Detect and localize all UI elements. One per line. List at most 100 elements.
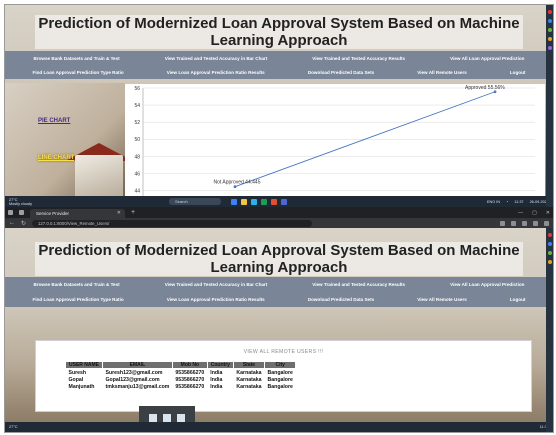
window-controls: — ▢ ✕ (518, 210, 550, 216)
nav-bar: Browse Bank Datasets and Train & Test Vi… (5, 277, 553, 307)
data-label: Not Approved 44.445 (214, 180, 261, 186)
col-email: EMAIL (102, 361, 173, 369)
table-row: Manjunath tmksmanju13@gmail.com 95358662… (66, 383, 296, 390)
page-title: Prediction of Modernized Loan Approval S… (35, 242, 523, 276)
system-tray: ENG IN ◔ 11:37 26-09-2023 (487, 200, 549, 204)
nav-logout[interactable]: Logout (510, 297, 526, 302)
weather-widget[interactable]: 27°C Mostly cloudy (9, 198, 49, 206)
language-indicator[interactable]: ENG IN (487, 200, 500, 204)
nav-prediction-ratio-results[interactable]: View Loan Approval Prediction Ratio Resu… (167, 70, 265, 75)
tab-title: Service Provider (36, 211, 70, 216)
line-chart-link[interactable]: LINE CHART (38, 155, 74, 161)
strip-icon[interactable] (547, 28, 552, 32)
cell-country: India (210, 383, 223, 390)
bottom-right-strip (546, 228, 553, 432)
y-tick-label: 48 (134, 154, 140, 160)
nav-logout[interactable]: Logout (510, 70, 526, 75)
office-icon[interactable] (271, 198, 277, 205)
cell-username: Suresh (68, 369, 87, 376)
nav-prediction-type-ratio[interactable]: Find Loan Approval Prediction Type Ratio (33, 297, 124, 302)
remote-users-table: USER NAME EMAIL Mob No Country State Cit… (64, 361, 297, 390)
strip-icon[interactable] (547, 233, 552, 237)
nav-all-loan-prediction[interactable]: View All Loan Approval Prediction (450, 282, 524, 287)
top-screen: Prediction of Modernized Loan Approval S… (5, 5, 553, 207)
strip-icon[interactable] (547, 46, 552, 50)
chrome-icon[interactable] (261, 198, 267, 205)
strip-icon[interactable] (547, 260, 552, 264)
nav-prediction-ratio-results[interactable]: View Loan Approval Prediction Ratio Resu… (167, 297, 265, 302)
cell-username: Gopal (68, 376, 84, 383)
bottom-screen: Prediction of Modernized Loan Approval S… (5, 228, 553, 432)
browser-tab[interactable]: Service Provider ✕ (30, 209, 125, 218)
y-tick-label: 56 (134, 86, 140, 92)
wifi-icon[interactable]: ◔ (506, 200, 508, 204)
nav-download-datasets[interactable]: Download Predicted Data Sets (308, 70, 374, 75)
cell-email: tmksmanju13@gmail.com (105, 383, 170, 390)
back-icon[interactable]: ← (9, 220, 15, 226)
profile-icon[interactable] (544, 220, 549, 226)
weather-temp[interactable]: 27°C (9, 425, 49, 429)
top-right-strip (546, 5, 553, 207)
clock-time[interactable]: 11:37 (514, 200, 523, 204)
minimize-icon[interactable]: — (518, 210, 523, 216)
new-tab-button[interactable]: + (131, 209, 135, 216)
remote-users-title: VIEW ALL REMOTE USERS !!! (243, 349, 324, 355)
y-tick-label: 46 (134, 171, 140, 177)
cell-city: Bangalore (267, 383, 293, 390)
url-input[interactable]: 127.0.0.1:8000/View_Remote_Users/ (32, 219, 313, 227)
strip-icon[interactable] (547, 242, 552, 246)
nav-browse-train-test[interactable]: Browse Bank Datasets and Train & Test (34, 282, 120, 287)
zoom-icon[interactable] (500, 220, 505, 226)
nav-bar: Browse Bank Datasets and Train & Test Vi… (5, 51, 553, 79)
maximize-icon[interactable]: ▢ (532, 210, 537, 216)
cell-city: Bangalore (267, 376, 293, 383)
nav-row-1: Browse Bank Datasets and Train & Test Vi… (5, 277, 553, 292)
cell-mobile: 9535866270 (175, 383, 205, 390)
screenshot-frame: Prediction of Modernized Loan Approval S… (4, 4, 554, 433)
extensions (500, 220, 549, 226)
cell-username: Manjunath (68, 383, 95, 390)
nav-remote-users[interactable]: View All Remote Users (417, 70, 467, 75)
browser-profile-icon[interactable] (19, 210, 24, 215)
nav-download-datasets[interactable]: Download Predicted Data Sets (308, 297, 374, 302)
nav-accuracy-results[interactable]: View Trained and Tested Accuracy Results (312, 282, 405, 287)
nav-prediction-type-ratio[interactable]: Find Loan Approval Prediction Type Ratio (33, 70, 124, 75)
nav-remote-users[interactable]: View All Remote Users (417, 297, 467, 302)
cell-mobile: 9535866270 (175, 369, 205, 376)
close-window-icon[interactable]: ✕ (546, 210, 550, 216)
reload-icon[interactable]: ↻ (21, 220, 26, 227)
y-tick-label: 44 (134, 188, 140, 194)
taskbar-search[interactable]: Search (169, 198, 221, 205)
strip-icon[interactable] (547, 251, 552, 255)
line-chart: 44 46 48 50 52 54 56 Not Approved 44.445 Approve… (134, 85, 535, 199)
col-mobile: Mob No (171, 361, 208, 369)
nav-accuracy-results[interactable]: View Trained and Tested Accuracy Results (312, 56, 405, 61)
y-tick-label: 52 (134, 120, 140, 126)
nav-accuracy-bar-chart[interactable]: View Trained and Tested Accuracy in Bar … (165, 282, 268, 287)
tab-close-icon[interactable]: ✕ (117, 209, 121, 218)
col-city: City (264, 361, 297, 369)
col-state: State (232, 361, 266, 369)
bookmark-icon[interactable] (522, 220, 527, 226)
edge-icon[interactable] (251, 198, 257, 205)
taskview-icon[interactable] (231, 198, 237, 205)
y-tick-label: 50 (134, 137, 140, 143)
nav-all-loan-prediction[interactable]: View All Loan Approval Prediction (450, 56, 524, 61)
strip-icon[interactable] (547, 19, 552, 23)
extension-icon[interactable] (533, 220, 538, 226)
browser-menu-icon[interactable] (8, 210, 13, 215)
share-icon[interactable] (511, 220, 516, 226)
taskbar-bottom: 27°C 11:37 (5, 422, 553, 432)
store-icon[interactable] (281, 198, 287, 205)
browser-tab-bar: Service Provider ✕ + — ▢ ✕ (5, 207, 553, 218)
nav-accuracy-bar-chart[interactable]: View Trained and Tested Accuracy in Bar … (165, 56, 268, 61)
file-explorer-icon[interactable] (241, 198, 247, 205)
strip-icon[interactable] (547, 10, 552, 14)
cell-city: Bangalore (267, 369, 293, 376)
nav-browse-train-test[interactable]: Browse Bank Datasets and Train & Test (34, 56, 120, 61)
cell-state: Karnataka (236, 369, 262, 376)
strip-icon[interactable] (547, 37, 552, 41)
cell-email: Suresh123@gmail.com (105, 369, 163, 376)
pie-chart-link[interactable]: PIE CHART (38, 118, 70, 124)
taskbar-apps (231, 198, 287, 205)
